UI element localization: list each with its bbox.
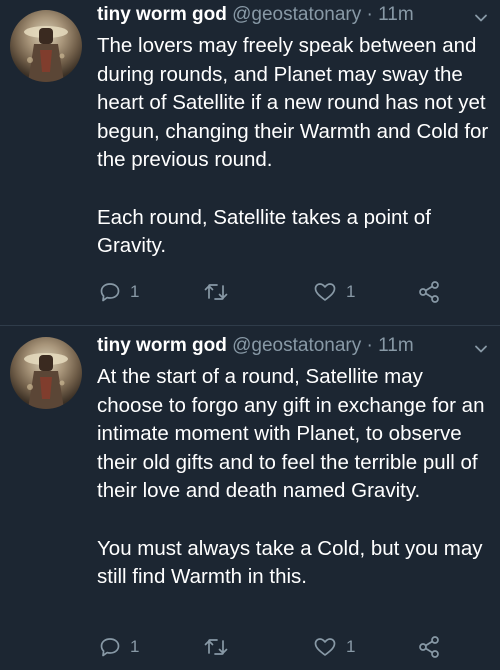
share-icon — [419, 636, 439, 658]
avatar[interactable] — [10, 10, 82, 82]
avatar-image — [24, 353, 68, 409]
tweet-text: The lovers may freely speak between and … — [97, 32, 492, 261]
share-icon — [419, 281, 439, 303]
tweet-header: tiny worm god @geostatonary · 11m — [97, 3, 414, 27]
like-icon — [314, 283, 336, 301]
action-bar: 1 1 — [97, 633, 457, 661]
tweet-paragraph: At the start of a round, Satellite may c… — [97, 365, 485, 503]
like-icon — [314, 638, 336, 656]
reply-icon — [100, 638, 120, 657]
display-name[interactable]: tiny worm god — [97, 4, 227, 25]
tweet-paragraph: You must always take a Cold, but you may… — [97, 536, 483, 589]
like-button[interactable]: 1 — [313, 278, 355, 306]
reply-count: 1 — [130, 282, 140, 301]
timestamp[interactable]: 11m — [378, 335, 414, 356]
tweet-paragraph: The lovers may freely speak between and … — [97, 34, 489, 172]
retweet-button[interactable] — [203, 278, 229, 306]
tweet-paragraph: Each round, Satellite takes a point of G… — [97, 205, 431, 258]
retweet-icon — [204, 639, 228, 655]
timestamp[interactable]: 11m — [378, 4, 414, 25]
reply-button[interactable]: 1 — [99, 278, 139, 306]
reply-icon — [100, 283, 120, 302]
tweet-text: At the start of a round, Satellite may c… — [97, 363, 492, 592]
tweet-header: tiny worm god @geostatonary · 11m — [97, 334, 414, 358]
chevron-down-icon[interactable] — [474, 342, 488, 356]
retweet-icon — [204, 284, 228, 300]
handle[interactable]: @geostatonary — [232, 4, 361, 25]
like-count: 1 — [346, 282, 356, 301]
reply-count: 1 — [130, 637, 140, 656]
tweet-2[interactable]: tiny worm god @geostatonary · 11m At the… — [0, 326, 500, 670]
tweet-1[interactable]: tiny worm god @geostatonary · 11m The lo… — [0, 0, 500, 325]
like-count: 1 — [346, 637, 356, 656]
retweet-button[interactable] — [203, 633, 229, 661]
share-button[interactable] — [417, 633, 441, 661]
action-bar: 1 1 — [97, 278, 457, 306]
chevron-down-icon[interactable] — [474, 11, 488, 25]
separator: · — [366, 4, 373, 25]
display-name[interactable]: tiny worm god — [97, 335, 227, 356]
avatar-image — [24, 26, 68, 82]
avatar[interactable] — [10, 337, 82, 409]
reply-button[interactable]: 1 — [99, 633, 139, 661]
handle[interactable]: @geostatonary — [232, 335, 361, 356]
share-button[interactable] — [417, 278, 441, 306]
like-button[interactable]: 1 — [313, 633, 355, 661]
separator: · — [366, 335, 373, 356]
